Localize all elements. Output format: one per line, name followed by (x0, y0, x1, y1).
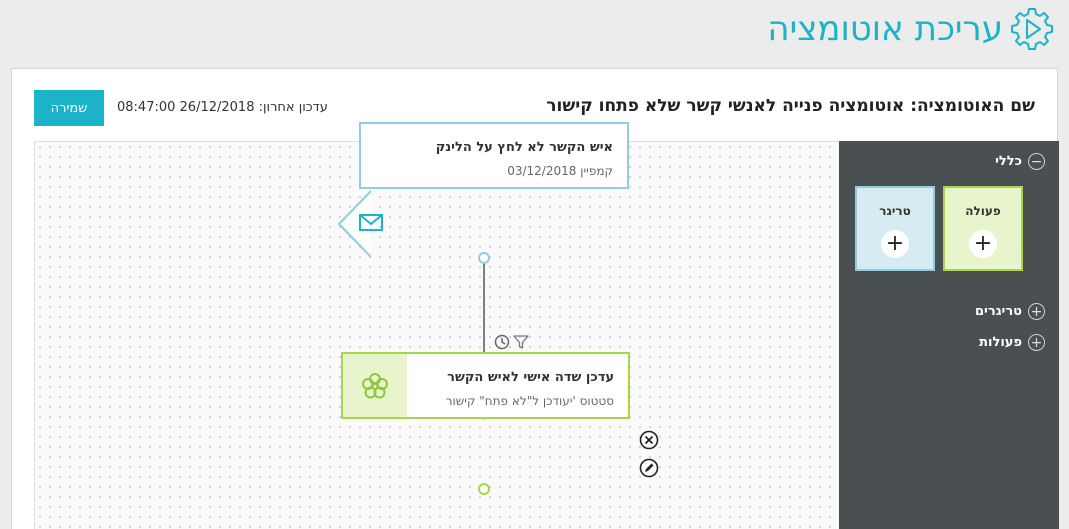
trigger-node-subtitle: קמפיין 03/12/2018 (507, 164, 613, 178)
action-node-subtitle: סטטוס 'יעודכן ל"לא פתח" קישור (445, 394, 614, 408)
action-out-port (478, 483, 490, 495)
trigger-node-title: איש הקשר לא לחץ על הלינק (435, 140, 613, 155)
action-node-title: עדכן שדה אישי לאיש הקשר (447, 370, 614, 385)
connector-layer (338, 190, 490, 495)
filter-icon[interactable] (511, 332, 531, 352)
edit-icon[interactable] (639, 458, 659, 478)
delete-icon[interactable] (639, 430, 659, 450)
action-node[interactable]: עדכן שדה אישי לאיש הקשר סטטוס 'יעודכן ל"… (341, 352, 630, 419)
clock-icon[interactable] (492, 332, 512, 352)
trigger-out-port (478, 252, 490, 264)
trigger-node[interactable]: איש הקשר לא לחץ על הלינק קמפיין 03/12/20… (359, 122, 629, 189)
envelope-icon (359, 214, 383, 231)
flower-icon (362, 372, 388, 398)
action-icon-box (343, 354, 407, 417)
